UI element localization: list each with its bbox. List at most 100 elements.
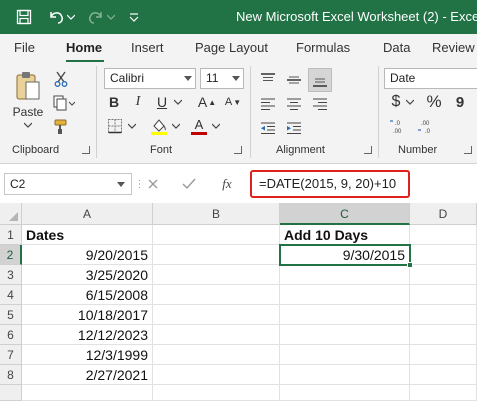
top-align-icon[interactable] bbox=[258, 70, 278, 90]
currency-dropdown-icon[interactable] bbox=[404, 92, 416, 112]
row-header-8[interactable]: 8 bbox=[0, 365, 22, 385]
cell-c5[interactable] bbox=[280, 305, 410, 325]
row-header-2[interactable]: 2 bbox=[0, 245, 22, 265]
redo-dropdown-icon[interactable] bbox=[106, 7, 116, 27]
tab-page-layout[interactable]: Page Layout bbox=[195, 40, 268, 55]
italic-button[interactable]: I bbox=[128, 92, 148, 112]
decrease-decimal-icon[interactable]: .00.0 bbox=[416, 116, 438, 136]
underline-button[interactable]: U bbox=[152, 92, 172, 112]
row-header-1[interactable]: 1 bbox=[0, 225, 22, 245]
cell-b5[interactable] bbox=[153, 305, 280, 325]
cell-d3[interactable] bbox=[410, 265, 477, 285]
number-launcher-icon[interactable] bbox=[464, 146, 472, 154]
percent-button[interactable]: % bbox=[424, 92, 444, 112]
row-header-9[interactable] bbox=[0, 385, 22, 401]
fill-handle[interactable] bbox=[407, 262, 413, 268]
clipboard-launcher-icon[interactable] bbox=[82, 146, 90, 154]
cell-c3[interactable] bbox=[280, 265, 410, 285]
increase-indent-icon[interactable] bbox=[284, 118, 304, 138]
column-header-c[interactable]: C bbox=[280, 203, 410, 225]
formula-input[interactable]: =DATE(2015, 9, 20)+10 bbox=[250, 170, 410, 198]
tab-review[interactable]: Review bbox=[432, 40, 475, 55]
font-name-combobox[interactable]: Calibri bbox=[104, 68, 196, 89]
column-header-a[interactable]: A bbox=[22, 203, 153, 225]
cell-a1[interactable]: Dates bbox=[22, 225, 153, 245]
redo-icon[interactable] bbox=[86, 7, 106, 27]
increase-font-button[interactable]: A ▲ bbox=[196, 92, 218, 112]
increase-decimal-icon[interactable]: .0.00 bbox=[388, 116, 410, 136]
column-header-b[interactable]: B bbox=[153, 203, 280, 225]
tab-file[interactable]: File bbox=[14, 40, 35, 55]
cell-a4[interactable]: 6/15/2008 bbox=[22, 285, 153, 305]
align-center-icon[interactable] bbox=[284, 94, 304, 114]
borders-dropdown-icon[interactable] bbox=[126, 116, 138, 136]
row-header-6[interactable]: 6 bbox=[0, 325, 22, 345]
enter-check-icon[interactable] bbox=[180, 174, 198, 194]
font-size-combobox[interactable]: 11 bbox=[200, 68, 244, 89]
column-header-d[interactable]: D bbox=[410, 203, 477, 225]
align-left-icon[interactable] bbox=[258, 94, 278, 114]
alignment-launcher-icon[interactable] bbox=[364, 146, 372, 154]
cell-d2[interactable] bbox=[410, 245, 477, 265]
font-color-button[interactable]: A bbox=[188, 116, 210, 136]
cell-b3[interactable] bbox=[153, 265, 280, 285]
fill-color-icon[interactable] bbox=[148, 116, 170, 136]
cancel-icon[interactable] bbox=[144, 174, 162, 194]
cut-icon[interactable] bbox=[52, 70, 70, 88]
cell-b6[interactable] bbox=[153, 325, 280, 345]
font-launcher-icon[interactable] bbox=[234, 146, 242, 154]
bottom-align-icon[interactable] bbox=[308, 68, 332, 92]
format-painter-icon[interactable] bbox=[52, 118, 70, 136]
cell-b4[interactable] bbox=[153, 285, 280, 305]
cell-a9[interactable] bbox=[22, 385, 153, 401]
cell-a6[interactable]: 12/12/2023 bbox=[22, 325, 153, 345]
bold-button[interactable]: B bbox=[104, 92, 124, 112]
row-header-3[interactable]: 3 bbox=[0, 265, 22, 285]
cell-c9[interactable] bbox=[280, 385, 410, 401]
cell-a2[interactable]: 9/20/2015 bbox=[22, 245, 153, 265]
currency-button[interactable]: $ bbox=[388, 92, 404, 112]
row-header-7[interactable]: 7 bbox=[0, 345, 22, 365]
row-header-4[interactable]: 4 bbox=[0, 285, 22, 305]
borders-icon[interactable] bbox=[104, 116, 126, 136]
customize-toolbar-icon[interactable] bbox=[124, 7, 144, 27]
align-right-icon[interactable] bbox=[310, 94, 330, 114]
cell-c7[interactable] bbox=[280, 345, 410, 365]
undo-icon[interactable] bbox=[46, 7, 66, 27]
paste-dropdown-icon[interactable] bbox=[22, 120, 34, 130]
cell-d6[interactable] bbox=[410, 325, 477, 345]
select-all-button[interactable] bbox=[0, 203, 22, 225]
insert-function-button[interactable]: fx bbox=[216, 174, 238, 194]
decrease-indent-icon[interactable] bbox=[258, 118, 278, 138]
cell-d7[interactable] bbox=[410, 345, 477, 365]
cell-d5[interactable] bbox=[410, 305, 477, 325]
tab-formulas[interactable]: Formulas bbox=[296, 40, 350, 55]
tab-data[interactable]: Data bbox=[383, 40, 410, 55]
paste-icon[interactable] bbox=[12, 68, 44, 104]
paste-button[interactable]: Paste bbox=[12, 104, 44, 120]
name-box[interactable]: C2 bbox=[4, 173, 132, 195]
tab-insert[interactable]: Insert bbox=[131, 40, 164, 55]
cell-c1[interactable]: Add 10 Days bbox=[280, 225, 410, 245]
cell-b1[interactable] bbox=[153, 225, 280, 245]
copy-icon[interactable] bbox=[52, 94, 76, 112]
decrease-font-button[interactable]: A ▼ bbox=[222, 92, 244, 112]
font-color-dropdown-icon[interactable] bbox=[210, 116, 222, 136]
cell-d8[interactable] bbox=[410, 365, 477, 385]
cell-a8[interactable]: 2/27/2021 bbox=[22, 365, 153, 385]
cell-c8[interactable] bbox=[280, 365, 410, 385]
cell-d9[interactable] bbox=[410, 385, 477, 401]
cell-b2[interactable] bbox=[153, 245, 280, 265]
cell-a3[interactable]: 3/25/2020 bbox=[22, 265, 153, 285]
cell-d4[interactable] bbox=[410, 285, 477, 305]
more-options-icon[interactable]: ⋮ bbox=[135, 174, 145, 194]
cell-b7[interactable] bbox=[153, 345, 280, 365]
comma-style-button[interactable]: 9 bbox=[450, 92, 470, 112]
save-icon[interactable] bbox=[14, 7, 34, 27]
cell-c4[interactable] bbox=[280, 285, 410, 305]
fill-color-dropdown-icon[interactable] bbox=[170, 116, 182, 136]
tab-home[interactable]: Home bbox=[66, 40, 102, 55]
cell-c6[interactable] bbox=[280, 325, 410, 345]
cell-a5[interactable]: 10/18/2017 bbox=[22, 305, 153, 325]
cell-a7[interactable]: 12/3/1999 bbox=[22, 345, 153, 365]
